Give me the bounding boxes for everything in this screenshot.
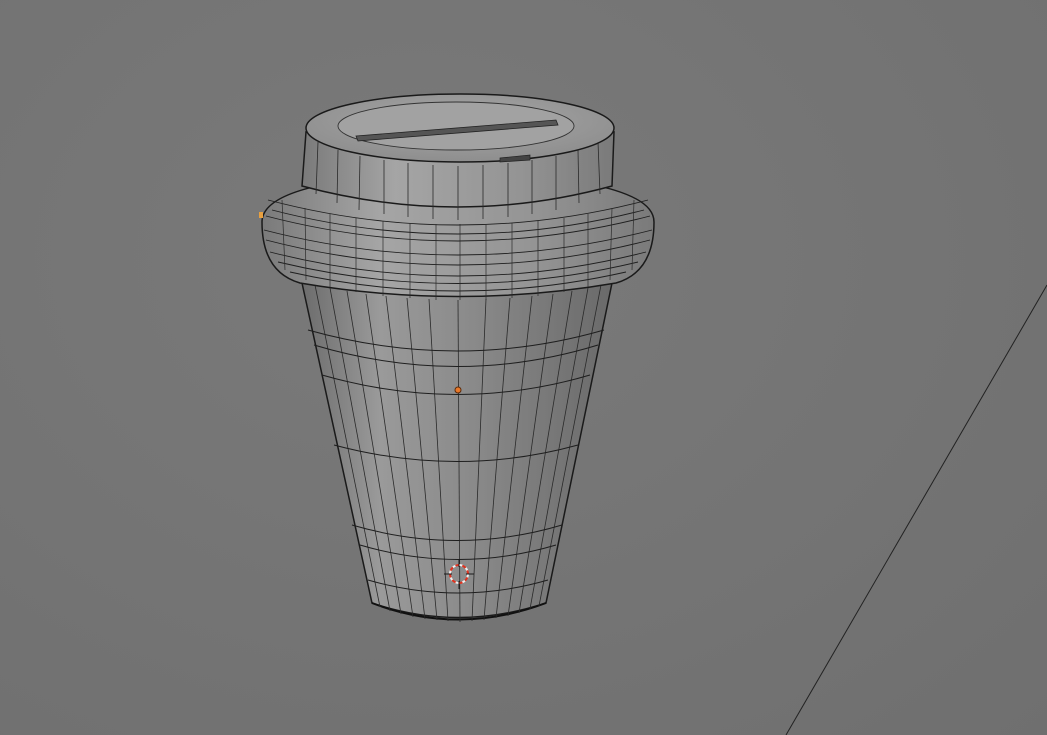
floor-edge-line <box>785 284 1047 735</box>
3d-viewport[interactable] <box>0 0 1047 735</box>
cup-lid[interactable] <box>259 93 655 300</box>
object-origin-dot[interactable] <box>454 386 462 394</box>
viewport-scene[interactable] <box>0 0 1047 735</box>
cup-body[interactable] <box>301 282 613 623</box>
selected-vertex-marker <box>259 212 263 218</box>
